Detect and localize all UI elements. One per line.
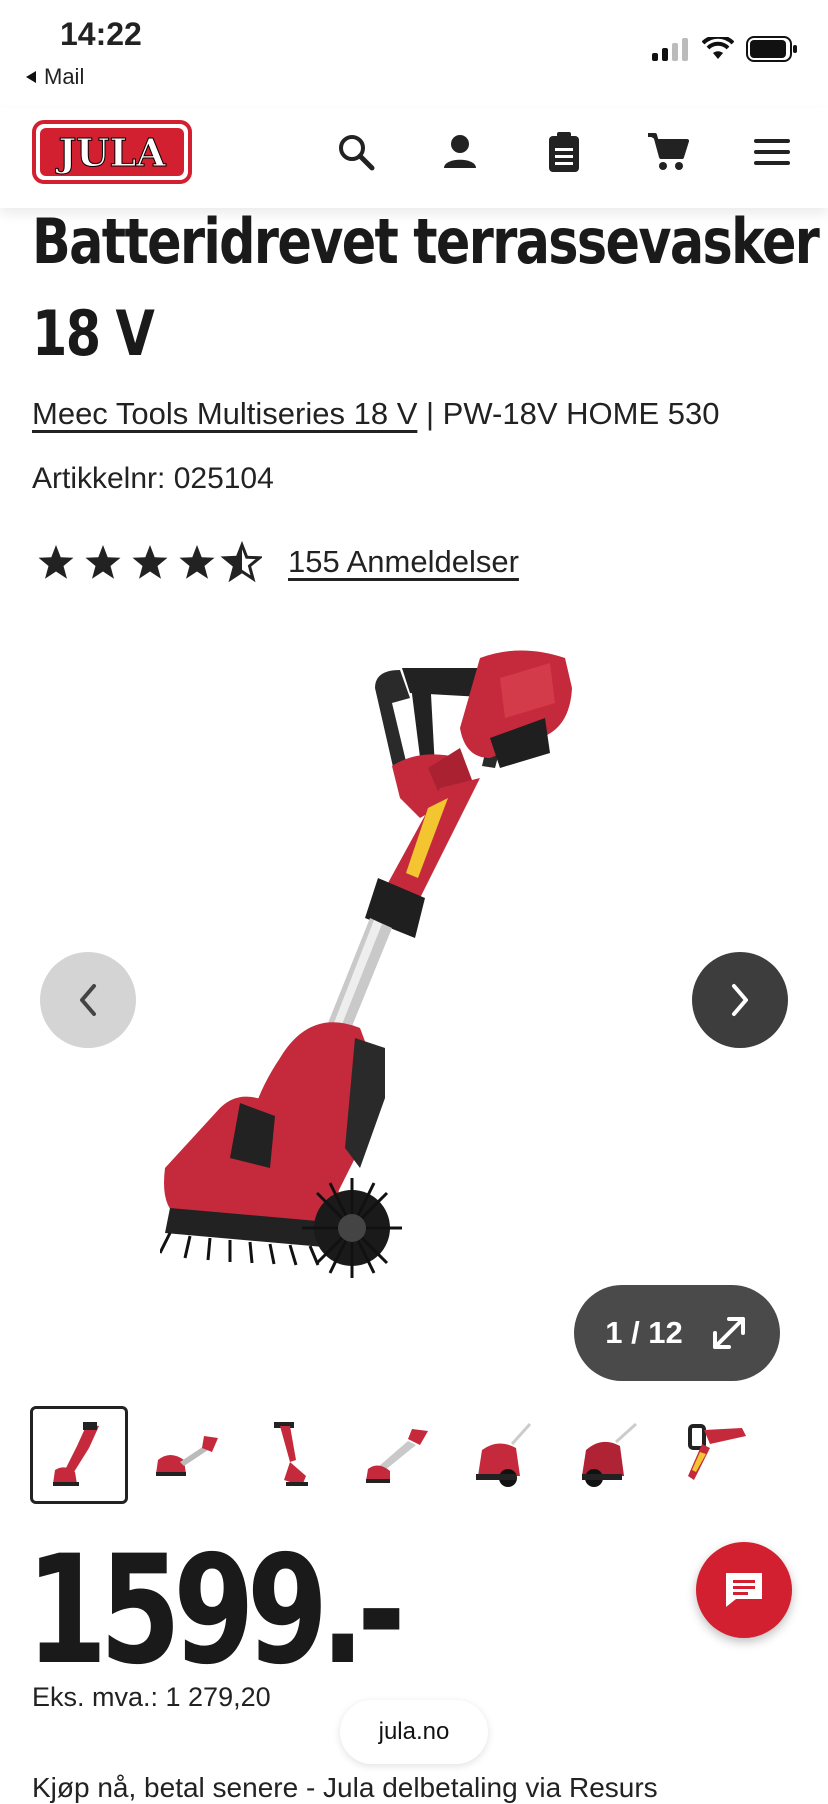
wifi-icon <box>702 37 734 59</box>
previous-image-button[interactable] <box>40 952 136 1048</box>
star-icon <box>85 545 121 579</box>
next-image-button[interactable] <box>692 952 788 1048</box>
price-ex-vat: Eks. mva.: 1 279,20 <box>32 1682 271 1712</box>
star-icon <box>179 545 215 579</box>
rating-stars <box>38 543 261 581</box>
reviews-link[interactable]: 155 Anmeldelser <box>288 544 519 580</box>
product-image[interactable] <box>160 648 680 1348</box>
star-icon <box>132 545 168 579</box>
thumbnail-6[interactable] <box>560 1406 658 1504</box>
cart-icon[interactable] <box>644 128 692 176</box>
financing-text: Kjøp nå, betal senere - Jula delbetaling… <box>32 1772 658 1803</box>
thumbnail-5[interactable] <box>454 1406 552 1504</box>
svg-text:JULA: JULA <box>55 130 166 175</box>
user-icon[interactable] <box>436 128 484 176</box>
product-title-line2: 18 V <box>32 297 155 370</box>
chevron-right-icon <box>732 984 748 1016</box>
thumbnail-1[interactable] <box>30 1406 128 1504</box>
signal-icon <box>652 38 688 61</box>
thumbnail-7[interactable] <box>666 1406 764 1504</box>
price: 1599.- <box>26 1524 406 1698</box>
rating-row[interactable]: 155 Anmeldelser <box>36 540 519 584</box>
domain-pill[interactable]: jula.no <box>340 1700 488 1764</box>
site-header: JULA <box>0 108 828 208</box>
article-number: Artikkelnr: 025104 <box>32 462 274 495</box>
chevron-left-icon <box>80 984 96 1016</box>
expand-icon[interactable] <box>709 1313 749 1353</box>
search-icon[interactable] <box>332 128 380 176</box>
half-star-icon <box>223 543 261 581</box>
star-icon <box>38 545 74 579</box>
battery-icon <box>746 36 797 62</box>
chat-button[interactable] <box>696 1542 792 1638</box>
back-to-mail-link[interactable]: Mail <box>24 64 84 90</box>
thumbnail-4[interactable] <box>348 1406 446 1504</box>
chat-icon <box>726 1573 762 1607</box>
jula-logo[interactable]: JULA <box>32 120 192 184</box>
thumbnail-2[interactable] <box>136 1406 234 1504</box>
back-triangle-icon <box>26 71 36 83</box>
clipboard-icon[interactable] <box>540 128 588 176</box>
product-title: Batteridrevet terrassevasker 18 V <box>32 196 820 380</box>
product-title-line1: Batteridrevet terrassevasker <box>32 205 820 278</box>
brand-line: Meec Tools Multiseries 18 V | PW-18V HOM… <box>32 396 719 432</box>
thumbnail-strip <box>30 1406 764 1504</box>
brand-link[interactable]: Meec Tools Multiseries 18 V <box>32 396 417 431</box>
back-app-label: Mail <box>44 64 85 89</box>
model-number: PW-18V HOME 530 <box>442 396 720 431</box>
status-time: 14:22 <box>60 16 142 52</box>
status-icons <box>650 36 798 62</box>
brand-separator: | <box>417 396 443 431</box>
gallery-counter-pill[interactable]: 1 / 12 <box>574 1285 780 1381</box>
image-counter: 1 / 12 <box>605 1315 683 1350</box>
status-bar: 14:22 Mail <box>0 0 828 108</box>
thumbnail-3[interactable] <box>242 1406 340 1504</box>
menu-icon[interactable] <box>748 128 796 176</box>
